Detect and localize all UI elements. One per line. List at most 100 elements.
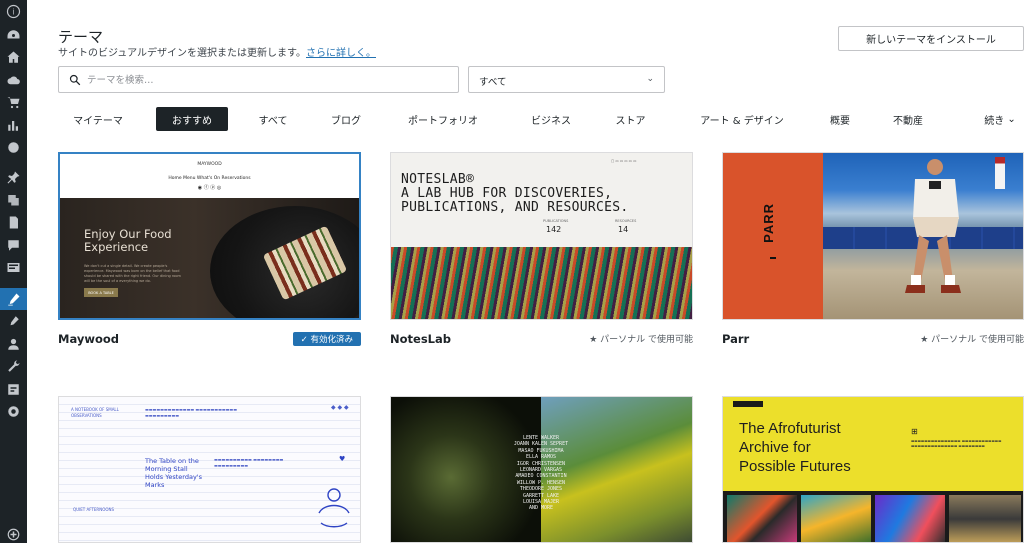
svg-text:i: i [12, 8, 14, 17]
feedback-icon[interactable] [5, 259, 22, 276]
tab-featured[interactable]: おすすめ [156, 107, 228, 131]
person-image [905, 159, 961, 293]
pages-icon[interactable] [5, 214, 22, 231]
theme-preview-parr[interactable]: PARR [722, 152, 1024, 320]
preview-footer-text: QUIET AFTERNOONS [73, 507, 115, 512]
media-icon[interactable] [5, 191, 22, 208]
add-icon[interactable] [5, 526, 22, 543]
tab-my-themes[interactable]: マイテーマ [58, 107, 138, 131]
theme-category-tabs: マイテーマ おすすめ すべて ブログ ポートフォリオ ビジネス ストア アート … [58, 107, 1024, 131]
preview-title-line2: Archive for [739, 439, 811, 456]
preview-logo [733, 401, 763, 407]
theme-card-afrofuturist[interactable]: The Afrofuturist Archive for Possible Fu… [722, 396, 1024, 543]
stat-value-resources: 14 [618, 225, 629, 234]
tab-more-label: 続き [984, 115, 1005, 127]
tab-business[interactable]: ビジネス [516, 107, 586, 131]
admin-sidebar: i [0, 0, 33, 543]
preview-headline-line2: Experience [84, 240, 149, 254]
theme-preview-noteslab[interactable]: ▢ ▭ ▭ ▭ ▭ ▭ NOTESLAB® A LAB HUB FOR DISC… [390, 152, 693, 320]
chevron-down-icon: ⌄ [1007, 113, 1016, 125]
tab-real-estate[interactable]: 不動産 [878, 107, 938, 131]
artwork-2 [801, 495, 871, 542]
chevron-down-icon: ⌄ [646, 74, 654, 84]
tab-all[interactable]: すべて [248, 107, 298, 131]
stat-label-resources: RESOURCES [615, 219, 637, 223]
theme-preview-afrofuturist[interactable]: The Afrofuturist Archive for Possible Fu… [722, 396, 1024, 543]
preview-cta: BOOK A TABLE [84, 288, 118, 297]
preview-headline-line3: PUBLICATIONS, AND RESOURCES. [401, 200, 629, 215]
themes-page: テーマ サイトのビジュアルデザインを選択または更新します。さらに詳しく。 新しい… [27, 0, 1024, 543]
theme-preview-notebook[interactable]: A NOTEBOOK OF SMALL OBSERVATIONS ▬▬▬▬▬▬▬… [58, 396, 361, 543]
preview-headline: Enjoy Our Food Experience [84, 228, 172, 254]
settings-icon[interactable] [5, 381, 22, 398]
preview-title: The Afrofuturist Archive for Possible Fu… [739, 419, 851, 476]
preview-headline: NOTESLAB® A LAB HUB FOR DISCOVERIES, PUB… [401, 173, 629, 215]
theme-card-parr[interactable]: PARR Parr ★ パーソナル で使用可能 [722, 152, 1024, 352]
preview-logo: PARR [761, 203, 776, 243]
theme-search [58, 66, 459, 93]
filter-select[interactable]: すべて ⌄ [468, 66, 665, 93]
tab-portfolio[interactable]: ポートフォリオ [393, 107, 493, 131]
users-icon[interactable] [5, 336, 22, 353]
artwork-4 [949, 495, 1021, 542]
theme-name[interactable]: Parr [722, 332, 749, 346]
dashboard-icon[interactable] [5, 27, 22, 44]
comments-icon[interactable] [5, 237, 22, 254]
stat-value-publications: 142 [546, 225, 562, 234]
preview-title-line1: The Afrofuturist [739, 420, 841, 437]
stat-label-publications: PUBLICATIONS [543, 219, 569, 223]
subtitle-text: サイトのビジュアルデザインを選択または更新します。 [58, 48, 306, 59]
preview-hero: Enjoy Our Food Experience We don't cut a… [60, 198, 359, 318]
speech-icon[interactable] [5, 139, 22, 156]
preview-social-icons: ◆ ◆ ◆ [331, 404, 349, 411]
theme-name[interactable]: NotesLab [390, 332, 451, 346]
lighthouse-image [995, 157, 1005, 189]
preview-credits: LENTE WALKER JOANN KALEN SEPRET MASAO FU… [513, 435, 569, 512]
stats-icon[interactable] [5, 117, 22, 134]
figure-illustration [318, 488, 350, 528]
preview-paragraph-2: ▬▬▬▬▬▬▬▬▬▬ ▬▬▬▬▬▬▬▬ ▬▬▬▬▬▬▬▬▬ [214, 457, 284, 468]
cloud-icon[interactable] [5, 72, 22, 89]
preview-top-text: A NOTEBOOK OF SMALL OBSERVATIONS [71, 407, 119, 418]
theme-preview-maywood[interactable]: MAYWOOD Home Menu What's On Reservations… [58, 152, 361, 320]
plugins-icon[interactable] [5, 313, 22, 330]
availability-badge: ★ パーソナル で使用可能 [920, 335, 1024, 345]
active-badge: ✓ 有効化済み [292, 332, 361, 346]
availability-badge: ★ パーソナル で使用可能 [589, 335, 693, 345]
tab-more[interactable]: 続き ⌄ [976, 107, 1024, 131]
tools-icon[interactable] [5, 358, 22, 375]
cart-icon[interactable] [5, 94, 22, 111]
tab-art-design[interactable]: アート & デザイン [678, 107, 806, 131]
preview-headline-line2: A LAB HUB FOR DISCOVERIES, [401, 186, 613, 201]
install-theme-button[interactable]: 新しいテーマをインストール [838, 26, 1024, 51]
preview-paragraph: ▬▬▬▬▬▬▬▬▬▬▬▬▬▬▬ ▬▬▬▬▬▬▬▬▬▬▬▬ ▬▬▬▬▬▬▬▬▬▬▬… [911, 439, 1002, 448]
tab-overview[interactable]: 概要 [820, 107, 860, 131]
learn-more-link[interactable]: さらに詳しく。 [306, 48, 376, 59]
archive-icon: ⊞ [911, 427, 918, 436]
theme-card-credits[interactable]: LENTE WALKER JOANN KALEN SEPRET MASAO FU… [390, 396, 693, 543]
search-icon [69, 74, 81, 86]
wordpress-logo-icon[interactable]: i [5, 3, 22, 20]
preview-brand-panel: PARR [723, 153, 823, 319]
filter-select-value: すべて [479, 77, 507, 88]
theme-preview-credits[interactable]: LENTE WALKER JOANN KALEN SEPRET MASAO FU… [390, 396, 693, 543]
artwork-1 [727, 495, 797, 542]
preview-title: The Table on the Morning Stall Holds Yes… [145, 457, 202, 489]
home-icon[interactable] [5, 49, 22, 66]
search-input[interactable] [87, 71, 447, 89]
preview-photo [823, 153, 1023, 319]
artwork-3 [875, 495, 945, 542]
collapse-icon[interactable] [5, 403, 22, 420]
theme-card-noteslab[interactable]: ▢ ▭ ▭ ▭ ▭ ▭ NOTESLAB® A LAB HUB FOR DISC… [390, 152, 693, 352]
preview-headline-line1: NOTESLAB® [401, 172, 475, 187]
preview-nav: Home Menu What's On Reservations [168, 176, 251, 181]
theme-card-notebook[interactable]: A NOTEBOOK OF SMALL OBSERVATIONS ▬▬▬▬▬▬▬… [58, 396, 361, 543]
pin-icon[interactable] [5, 169, 22, 186]
appearance-icon[interactable] [5, 291, 22, 308]
theme-card-maywood[interactable]: MAYWOOD Home Menu What's On Reservations… [58, 152, 361, 352]
theme-name[interactable]: Maywood [58, 332, 119, 346]
tab-store[interactable]: ストア [603, 107, 658, 131]
tab-blog[interactable]: ブログ [321, 107, 371, 131]
wave-artwork [391, 247, 692, 319]
preview-mini-nav: ▢ ▭ ▭ ▭ ▭ ▭ [611, 159, 637, 163]
